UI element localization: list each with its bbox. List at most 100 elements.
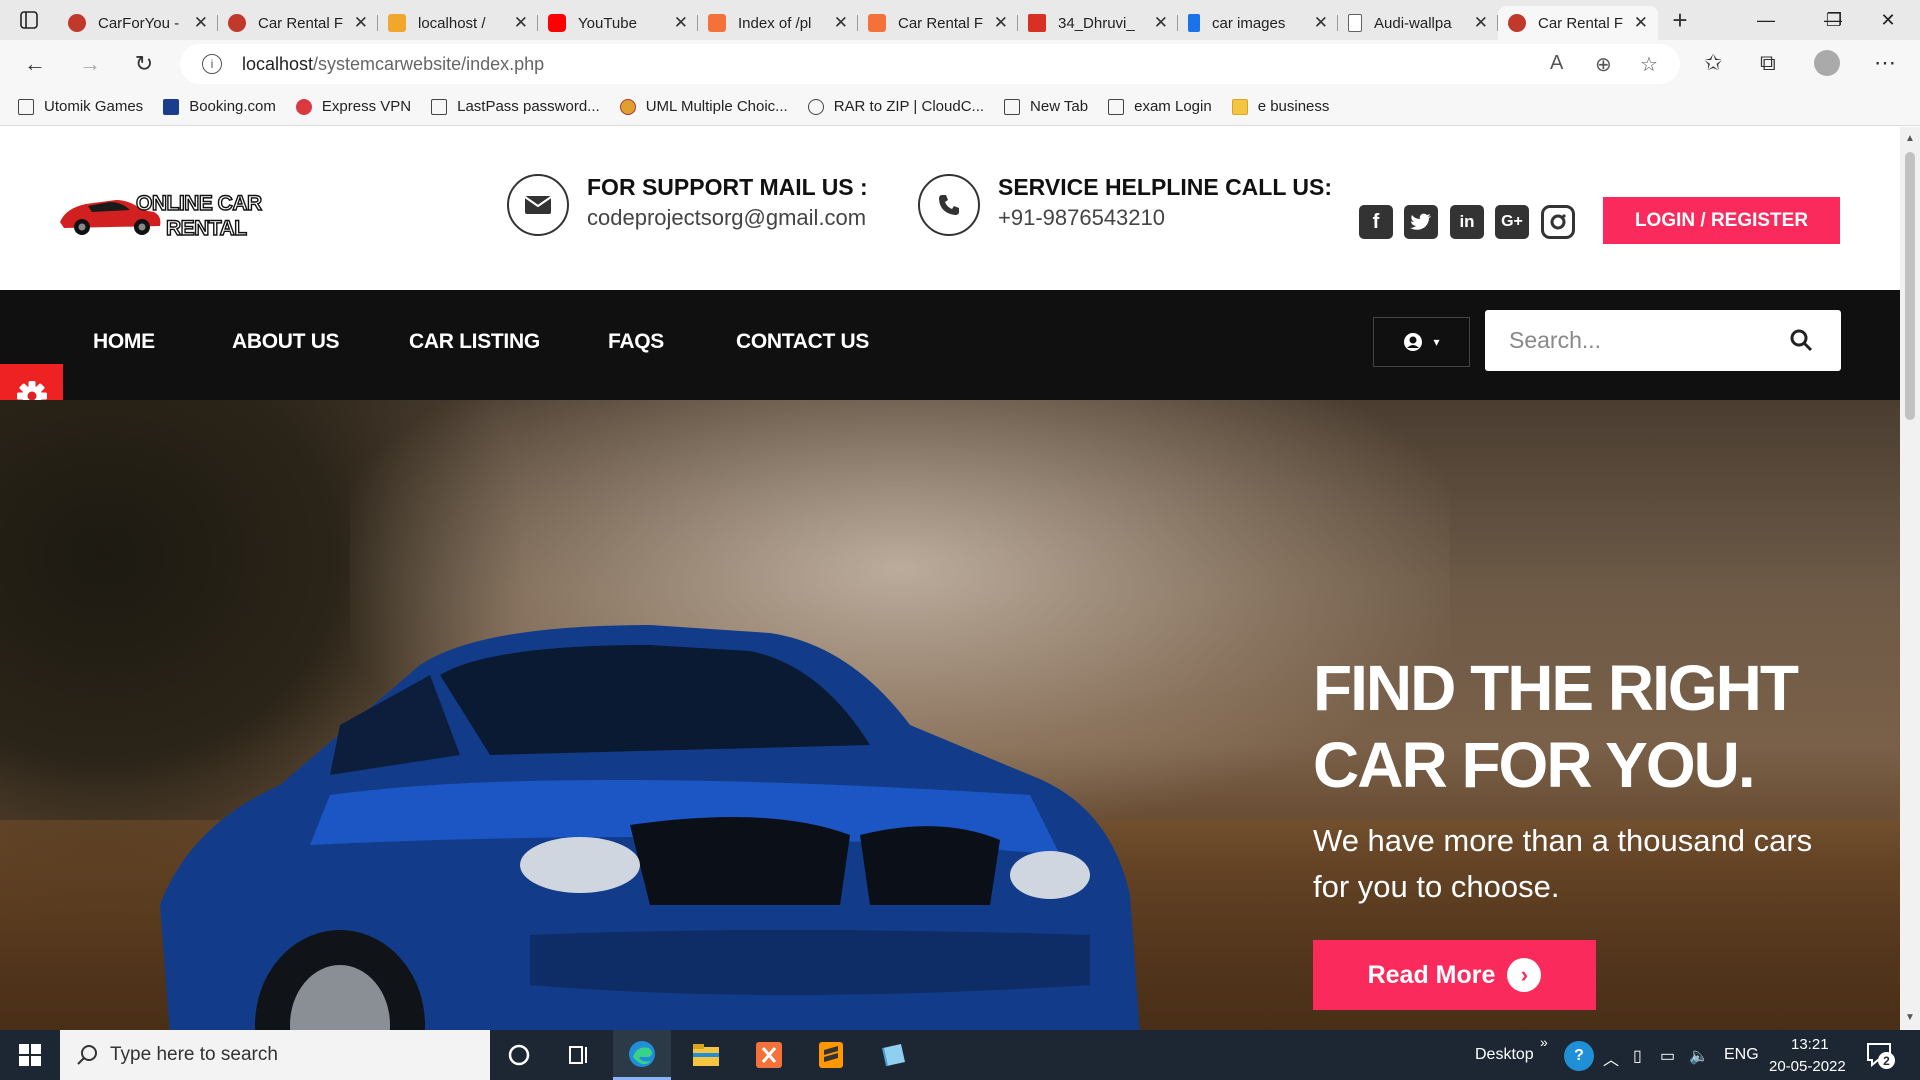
nav-contact-us[interactable]: CONTACT US: [736, 330, 869, 354]
new-tab-button[interactable]: +: [1658, 0, 1702, 40]
more-menu-icon[interactable]: ⋯: [1874, 50, 1896, 76]
twitter-icon[interactable]: [1404, 205, 1438, 239]
cortana-icon[interactable]: [490, 1030, 548, 1080]
xampp-icon[interactable]: [740, 1030, 798, 1080]
zoom-icon[interactable]: ⊕: [1595, 52, 1612, 77]
sublime-text-icon[interactable]: [802, 1030, 860, 1080]
close-tab-icon[interactable]: ✕: [1314, 13, 1328, 33]
nav-home[interactable]: HOME: [93, 330, 155, 354]
volume-icon[interactable]: 🔈: [1689, 1046, 1709, 1066]
file-explorer-icon[interactable]: [677, 1030, 735, 1080]
pdf-icon: [1028, 14, 1046, 32]
notepad-app-icon[interactable]: [864, 1030, 922, 1080]
collections-icon[interactable]: ⧉: [1760, 50, 1776, 76]
support-email[interactable]: codeprojectsorg@gmail.com: [587, 205, 868, 231]
desktop-toolbar-label[interactable]: Desktop: [1475, 1046, 1534, 1064]
search-box[interactable]: Search...: [1485, 310, 1841, 371]
clock-date[interactable]: 20-05-2022: [1769, 1058, 1846, 1075]
close-tab-icon[interactable]: ✕: [194, 13, 208, 33]
close-tab-icon[interactable]: ✕: [354, 13, 368, 33]
notification-badge: 2: [1878, 1052, 1895, 1069]
bookmark-item[interactable]: LastPass password...: [431, 98, 600, 115]
nav-faqs[interactable]: FAQS: [608, 330, 664, 354]
linkedin-icon[interactable]: in: [1450, 205, 1484, 239]
close-tab-icon[interactable]: ✕: [1474, 13, 1488, 33]
close-tab-icon[interactable]: ✕: [994, 13, 1008, 33]
favorites-icon[interactable]: ✩: [1704, 50, 1722, 76]
bookmark-item[interactable]: RAR to ZIP | CloudC...: [807, 98, 984, 115]
show-hidden-icons-icon[interactable]: ︿: [1603, 1046, 1619, 1070]
close-tab-icon[interactable]: ✕: [514, 13, 528, 33]
taskbar-search-box[interactable]: Type here to search: [60, 1030, 490, 1080]
browser-tab[interactable]: CarForYou - ✕: [58, 6, 218, 40]
bookmark-folder[interactable]: e business: [1231, 98, 1329, 115]
bookmark-item[interactable]: Express VPN: [295, 98, 411, 115]
scroll-up-icon[interactable]: ▲: [1905, 133, 1915, 144]
windows-start-button[interactable]: [0, 1030, 60, 1080]
scrollbar-thumb[interactable]: [1905, 152, 1915, 420]
bookmark-item[interactable]: Utomik Games: [18, 98, 143, 115]
address-bar[interactable]: i localhost/systemcarwebsite/index.php A…: [180, 44, 1680, 84]
browser-tab[interactable]: car images ✕: [1178, 6, 1338, 40]
nav-car-listing[interactable]: CAR LISTING: [409, 330, 540, 354]
close-tab-icon[interactable]: ✕: [1154, 13, 1168, 33]
favorite-star-icon[interactable]: ☆: [1640, 52, 1658, 77]
close-tab-icon[interactable]: ✕: [1634, 13, 1648, 33]
browser-tab[interactable]: Car Rental F ✕: [858, 6, 1018, 40]
task-view-icon[interactable]: [551, 1030, 609, 1080]
notification-center-icon[interactable]: 2: [1866, 1040, 1896, 1070]
browser-tab-active[interactable]: Car Rental F ✕: [1498, 6, 1658, 40]
minimize-button[interactable]: —: [1743, 0, 1789, 40]
close-window-button[interactable]: ✕: [1865, 0, 1911, 40]
edge-browser-icon[interactable]: [613, 1030, 671, 1080]
bing-icon: [1188, 14, 1200, 32]
phone-icon: [918, 174, 980, 236]
user-circle-icon: [1404, 333, 1423, 351]
close-tab-icon[interactable]: ✕: [834, 13, 848, 33]
read-more-button[interactable]: Read More ›: [1313, 940, 1596, 1010]
profile-avatar[interactable]: [1814, 50, 1840, 76]
bookmark-item[interactable]: UML Multiple Choic...: [619, 98, 788, 115]
back-arrow-icon[interactable]: ←: [12, 44, 58, 84]
windows-logo-icon: [19, 1044, 41, 1066]
search-icon[interactable]: [1789, 328, 1813, 352]
instagram-icon[interactable]: [1541, 205, 1575, 239]
site-info-icon[interactable]: i: [202, 54, 222, 74]
google-plus-icon[interactable]: G+: [1495, 205, 1529, 239]
browser-tab[interactable]: Car Rental F ✕: [218, 6, 378, 40]
battery-icon[interactable]: ▭: [1660, 1046, 1675, 1066]
envelope-icon: [507, 174, 569, 236]
bookmark-item[interactable]: exam Login: [1108, 98, 1212, 115]
scroll-down-icon[interactable]: ▼: [1905, 1012, 1915, 1023]
forward-arrow-icon[interactable]: →: [67, 44, 113, 84]
bookmark-item[interactable]: Booking.com: [163, 98, 276, 115]
facebook-icon[interactable]: f: [1359, 205, 1393, 239]
device-icon[interactable]: ▯: [1633, 1046, 1642, 1066]
clock-time[interactable]: 13:21: [1791, 1036, 1829, 1053]
close-tab-icon[interactable]: ✕: [674, 13, 688, 33]
language-indicator[interactable]: ENG: [1724, 1046, 1759, 1064]
browser-tab[interactable]: Audi-wallpa ✕: [1338, 6, 1498, 40]
browser-tab[interactable]: YouTube ✕: [538, 6, 698, 40]
folder-icon: [1231, 98, 1248, 115]
browser-tab[interactable]: 34_Dhruvi_ ✕: [1018, 6, 1178, 40]
page-scrollbar[interactable]: ▲ ▼: [1900, 127, 1920, 1030]
browser-tab[interactable]: localhost / ✕: [378, 6, 538, 40]
bookmarks-bar: Utomik Games Booking.com Express VPN Las…: [0, 88, 1920, 126]
read-aloud-icon[interactable]: A: [1550, 52, 1563, 75]
tab-actions-icon[interactable]: [0, 0, 58, 40]
bookmark-item[interactable]: New Tab: [1004, 98, 1088, 115]
toolbar-expand-icon[interactable]: »: [1540, 1034, 1548, 1050]
site-logo[interactable]: ONLINE CAR RENTAL: [58, 182, 298, 242]
browser-tab[interactable]: Index of /pl ✕: [698, 6, 858, 40]
restore-button[interactable]: ❐: [1811, 0, 1857, 40]
helpline-phone[interactable]: +91-9876543210: [998, 205, 1332, 231]
main-navbar: HOME ABOUT US CAR LISTING FAQS CONTACT U…: [0, 290, 1900, 400]
support-title: FOR SUPPORT MAIL US :: [587, 174, 868, 200]
help-icon[interactable]: ?: [1564, 1041, 1594, 1071]
refresh-icon[interactable]: ↻: [121, 44, 167, 84]
search-input[interactable]: Search...: [1509, 327, 1601, 354]
user-menu-button[interactable]: ▾: [1373, 317, 1470, 367]
nav-about-us[interactable]: ABOUT US: [232, 330, 340, 354]
login-register-button[interactable]: LOGIN / REGISTER: [1603, 197, 1840, 244]
